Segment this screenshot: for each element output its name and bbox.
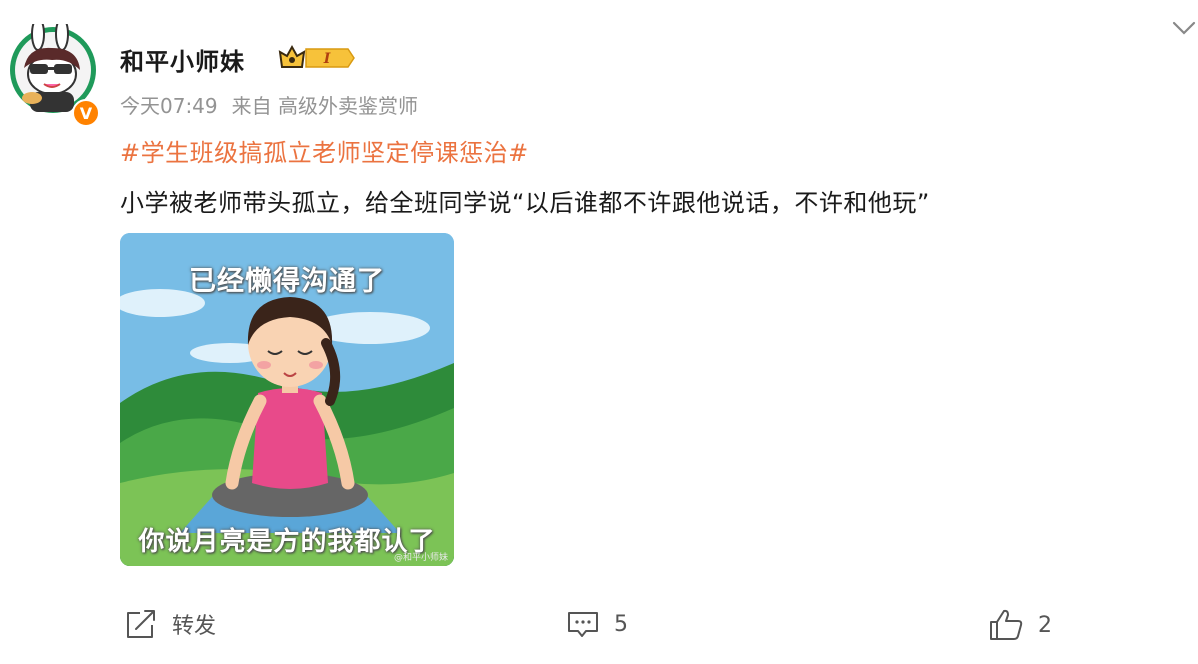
meme-top-caption: 已经懒得沟通了: [189, 266, 385, 297]
like-count: 2: [1038, 612, 1052, 638]
comment-button[interactable]: 5: [566, 608, 628, 640]
chevron-down-icon[interactable]: [1170, 18, 1198, 38]
repost-button[interactable]: 转发: [124, 608, 216, 640]
hashtag-link[interactable]: #学生班级搞孤立老师坚定停课惩治#: [120, 133, 529, 168]
post-image[interactable]: 已经懒得沟通了 你说月亮是方的我都认了 @和平小师妹: [120, 233, 454, 566]
post-text: 小学被老师带头孤立，给全班同学说“以后谁都不许跟他说话，不许和他玩”: [120, 189, 930, 217]
image-watermark: @和平小师妹: [393, 553, 448, 563]
repost-icon: [124, 608, 158, 640]
username[interactable]: 和平小师妹: [120, 42, 245, 77]
weibo-post: V 和平小师妹 I 今天07:49 来自 高级外卖鉴赏师 #学生班级搞孤立老师坚…: [0, 0, 1198, 664]
level-badge-text: I: [323, 51, 331, 67]
post-time: 今天07:49: [120, 94, 218, 118]
like-button[interactable]: 2: [988, 608, 1052, 642]
crown-level-badge-icon[interactable]: I: [278, 43, 356, 73]
comment-icon: [566, 608, 600, 640]
like-icon: [988, 608, 1024, 642]
post-source[interactable]: 来自 高级外卖鉴赏师: [232, 90, 418, 119]
verified-badge: V: [72, 99, 100, 127]
comment-count: 5: [614, 611, 628, 637]
repost-label: 转发: [172, 614, 217, 639]
post-meta: 今天07:49 来自 高级外卖鉴赏师: [120, 90, 418, 119]
